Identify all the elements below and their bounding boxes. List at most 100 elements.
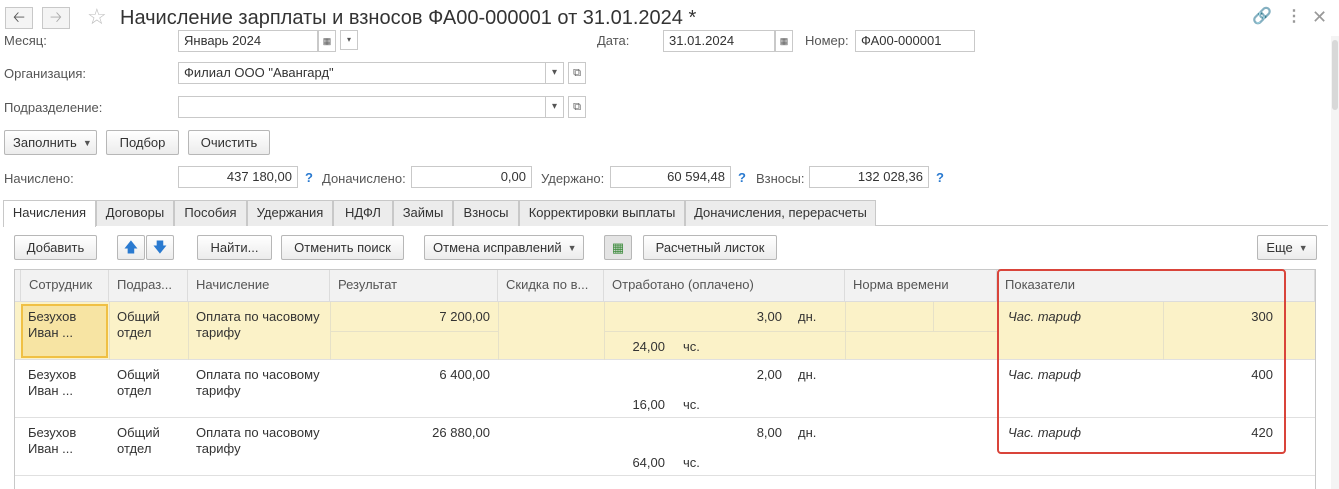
arrow-left-icon: 🡠 [12, 9, 26, 26]
hours-unit: чс. [683, 339, 700, 354]
org-dropdown-icon[interactable]: ▾ [546, 62, 564, 84]
close-icon[interactable]: ✕ [1312, 6, 1327, 28]
days-unit: дн. [798, 367, 817, 382]
days-unit: дн. [798, 309, 817, 324]
dept-open-icon[interactable]: ⧉ [568, 96, 586, 118]
more-button-label: Еще [1266, 240, 1293, 255]
table-add-icon[interactable]: ▦ [604, 235, 632, 260]
cell-divider [188, 302, 189, 360]
col-employee[interactable]: Сотрудник [21, 270, 109, 302]
favorite-star-icon[interactable]: ☆ [87, 4, 107, 30]
forward-button[interactable]: 🡢 [42, 7, 70, 29]
col-result[interactable]: Результат [330, 270, 498, 302]
find-button[interactable]: Найти... [197, 235, 272, 260]
link-icon[interactable]: 🔗 [1252, 6, 1272, 28]
dept-1: Общий [117, 425, 160, 440]
pick-button[interactable]: Подбор [106, 130, 179, 155]
tab-loans[interactable]: Займы [393, 200, 453, 226]
days-unit: дн. [798, 425, 817, 440]
fill-button-label: Заполнить [13, 135, 77, 150]
worked-hours: 16,00 [632, 397, 665, 412]
employee-name-2: Иван ... [28, 441, 73, 456]
org-label: Организация: [4, 66, 87, 81]
clear-button[interactable]: Очистить [188, 130, 270, 155]
page-scrollbar-thumb[interactable] [1332, 40, 1338, 110]
worked-hours: 24,00 [632, 339, 665, 354]
payslip-button[interactable]: Расчетный листок [643, 235, 777, 260]
dept-label: Подразделение: [4, 100, 103, 115]
move-down-button[interactable]: 🡇 [146, 235, 174, 260]
date-label: Дата: [597, 33, 630, 48]
accrued-help-icon[interactable]: ? [305, 170, 313, 186]
number-field[interactable]: ФА00-000001 [855, 30, 975, 52]
employee-name-1: Безухов [28, 367, 77, 382]
date-field[interactable]: 31.01.2024 [663, 30, 775, 52]
col-discount[interactable]: Скидка по в... [498, 270, 604, 302]
tab-benefits[interactable]: Пособия [174, 200, 247, 226]
dept-2: отдел [117, 325, 152, 340]
accrual-1: Оплата по часовому [196, 367, 320, 382]
withheld-help-icon[interactable]: ? [738, 170, 746, 186]
org-open-icon[interactable]: ⧉ [568, 62, 586, 84]
extra-field: 0,00 [411, 166, 532, 188]
back-button[interactable]: 🡠 [5, 7, 33, 29]
cell-divider [604, 331, 845, 332]
tab-payment-corrections[interactable]: Корректировки выплаты [519, 200, 685, 226]
cancel-fix-button[interactable]: Отмена исправлений ▼ [424, 235, 584, 260]
cell-divider [330, 331, 498, 332]
contrib-label: Взносы: [756, 171, 805, 186]
chevron-down-icon: ▼ [1298, 243, 1308, 253]
hours-unit: чс. [683, 397, 700, 412]
worked-days: 8,00 [756, 425, 782, 440]
tab-deductions[interactable]: Удержания [247, 200, 333, 226]
col-worked[interactable]: Отработано (оплачено) [604, 270, 845, 302]
more-vertical-icon[interactable]: ⋮ [1286, 6, 1302, 28]
month-field[interactable]: Январь 2024 [178, 30, 318, 52]
arrow-right-icon: 🡢 [49, 9, 63, 26]
accrued-label: Начислено: [4, 171, 74, 186]
more-button[interactable]: Еще ▼ [1257, 235, 1317, 260]
accrued-field: 437 180,00 [178, 166, 298, 188]
accrual-2: тарифу [196, 383, 241, 398]
result-value: 26 880,00 [432, 425, 490, 440]
withheld-field: 60 594,48 [610, 166, 731, 188]
contrib-field: 132 028,36 [809, 166, 929, 188]
cell-divider [109, 302, 110, 360]
result-value: 7 200,00 [439, 309, 490, 324]
cell-divider [498, 302, 499, 360]
tab-contributions[interactable]: Взносы [453, 200, 519, 226]
add-button[interactable]: Добавить [14, 235, 97, 260]
employee-name-2: Иван ... [28, 325, 73, 340]
chevron-down-icon: ▼ [567, 243, 577, 253]
tab-ndfl[interactable]: НДФЛ [333, 200, 393, 226]
move-up-button[interactable]: 🡅 [117, 235, 145, 260]
accrual-2: тарифу [196, 441, 241, 456]
month-stepper[interactable]: ▾ [340, 30, 358, 50]
contrib-help-icon[interactable]: ? [936, 170, 944, 186]
dept-1: Общий [117, 367, 160, 382]
col-norm[interactable]: Норма времени [845, 270, 997, 302]
org-field[interactable]: Филиал ООО "Авангард" [178, 62, 546, 84]
accrual-1: Оплата по часовому [196, 309, 320, 324]
cancel-search-button[interactable]: Отменить поиск [281, 235, 404, 260]
employee-name-1: Безухов [28, 425, 77, 440]
extra-label: Доначислено: [322, 171, 406, 186]
date-calendar-icon[interactable]: ▦ [775, 30, 793, 52]
cancel-fix-label: Отмена исправлений [433, 240, 562, 255]
month-label: Месяц: [4, 33, 47, 48]
dept-2: отдел [117, 441, 152, 456]
worked-hours: 64,00 [632, 455, 665, 470]
fill-button[interactable]: Заполнить ▼ [4, 130, 97, 155]
col-accrual[interactable]: Начисление [188, 270, 330, 302]
calendar-icon[interactable]: ▦ [318, 30, 336, 52]
cell-divider [933, 302, 934, 331]
tab-recalculations[interactable]: Доначисления, перерасчеты [685, 200, 876, 226]
tab-accruals[interactable]: Начисления [3, 200, 96, 227]
tab-contracts[interactable]: Договоры [96, 200, 174, 226]
dept-field[interactable] [178, 96, 546, 118]
col-department[interactable]: Подраз... [109, 270, 188, 302]
hours-unit: чс. [683, 455, 700, 470]
chevron-down-icon: ▼ [82, 138, 92, 148]
dept-dropdown-icon[interactable]: ▾ [546, 96, 564, 118]
employee-name-1: Безухов [28, 309, 77, 324]
